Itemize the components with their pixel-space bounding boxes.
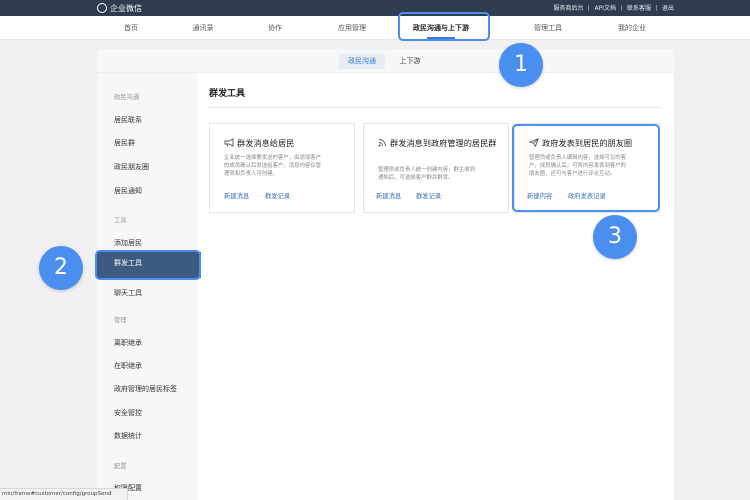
sidebar-group-communication: 政民沟通 xyxy=(114,94,140,101)
card-broadcast-to-groups: 群发消息到政府管理的居民群 管理员或负责人统一创建内容，群主收到 通知后，可选择… xyxy=(363,123,509,213)
top-links: 服务商后台 API文档 联系客服 退出 xyxy=(553,3,674,12)
megaphone-icon xyxy=(224,138,234,147)
highlight-nav-government xyxy=(398,12,490,41)
wecom-logo-icon xyxy=(97,3,107,13)
sidebar: 政民沟通 居民联系 居民群 政民朋友圈 居民通知 工具 添加居民 聊天工具 管理… xyxy=(97,73,197,500)
card-title-text: 群发消息到政府管理的居民群 xyxy=(390,138,497,148)
sidebar-group-config: 配置 xyxy=(114,463,127,470)
new-message-link[interactable]: 新建消息 xyxy=(224,191,249,200)
tab-upstream-downstream[interactable]: 上下游 xyxy=(393,54,427,69)
broadcast-history-link[interactable]: 群发记录 xyxy=(416,191,441,200)
sub-tabs: 政民沟通 上下游 xyxy=(97,49,674,73)
sidebar-item-resident-tags[interactable]: 政府管理的居民标签 xyxy=(114,384,177,394)
nav-management-tools[interactable]: 管理工具 xyxy=(534,16,562,40)
main-nav: 首页 通讯录 协作 应用管理 政民沟通与上下游 管理工具 我的企业 xyxy=(0,16,750,40)
nav-my-enterprise[interactable]: 我的企业 xyxy=(618,16,646,40)
divider xyxy=(655,4,657,11)
divider xyxy=(588,4,590,11)
sidebar-item-add-resident[interactable]: 添加居民 xyxy=(114,238,142,248)
link-provider-console[interactable]: 服务商后台 xyxy=(553,3,583,12)
sidebar-item-security[interactable]: 安全管控 xyxy=(114,408,142,418)
broadcast-history-link[interactable]: 群发记录 xyxy=(265,191,290,200)
page-title: 群发工具 xyxy=(209,89,246,99)
sidebar-item-statistics[interactable]: 数据统计 xyxy=(114,431,142,441)
sidebar-group-tools: 工具 xyxy=(114,217,127,224)
nav-app-management[interactable]: 应用管理 xyxy=(338,16,366,40)
highlight-broadcast-tools xyxy=(95,250,201,280)
card-desc-line: 理员和负责人可创建。 xyxy=(224,171,278,177)
sidebar-item-resigned-transfer[interactable]: 离职继承 xyxy=(114,338,142,348)
sidebar-group-management: 管理 xyxy=(114,317,127,324)
annotation-badge: 3 xyxy=(593,215,637,259)
sidebar-item-active-transfer[interactable]: 在职继承 xyxy=(114,361,142,371)
nav-home[interactable]: 首页 xyxy=(124,16,138,40)
sidebar-item-resident-contacts[interactable]: 居民联系 xyxy=(114,115,142,125)
link-contact-support[interactable]: 联系客服 xyxy=(627,3,651,12)
card-title: 群发消息到政府管理的居民群 xyxy=(378,137,500,149)
card-desc-line: 企业统一选择要发送的客户，由添加客户 xyxy=(224,155,322,161)
divider xyxy=(620,4,622,11)
link-logout[interactable]: 退出 xyxy=(662,3,674,12)
app-name: 企业微信 xyxy=(110,3,142,13)
sidebar-item-notices[interactable]: 居民通知 xyxy=(114,186,142,196)
broadcast-icon xyxy=(378,139,386,147)
card-desc-line: 通知后，可选择客户群并群发。 xyxy=(378,175,454,181)
nav-collaboration[interactable]: 协作 xyxy=(268,16,282,40)
status-url: min/frame#customer/config/groupSend xyxy=(0,488,128,500)
nav-contacts[interactable]: 通讯录 xyxy=(193,16,214,40)
card-title: 群发消息给居民 xyxy=(224,137,294,149)
app-logo[interactable]: 企业微信 xyxy=(97,2,142,14)
link-api-docs[interactable]: API文档 xyxy=(594,3,616,12)
tab-government-communication[interactable]: 政民沟通 xyxy=(339,54,385,69)
title-divider xyxy=(209,107,661,108)
annotation-badge: 1 xyxy=(499,43,543,87)
sidebar-item-moments[interactable]: 政民朋友圈 xyxy=(114,162,149,172)
top-bar: 企业微信 服务商后台 API文档 联系客服 退出 xyxy=(0,0,750,16)
sidebar-item-resident-groups[interactable]: 居民群 xyxy=(114,138,135,148)
new-message-link[interactable]: 新建消息 xyxy=(376,191,401,200)
card-title-text: 群发消息给居民 xyxy=(237,138,295,148)
card-desc-line: 的成员确认后发送给客户。消息内容仅管 xyxy=(224,163,322,169)
annotation-badge: 2 xyxy=(39,246,83,290)
sidebar-item-chat-tools[interactable]: 聊天工具 xyxy=(114,288,142,298)
highlight-moments-card xyxy=(512,124,660,212)
card-broadcast-to-residents: 群发消息给居民 企业统一选择要发送的客户，由添加客户 的成员确认后发送给客户。消… xyxy=(209,123,355,213)
card-desc-line: 管理员或负责人统一创建内容，群主收到 xyxy=(378,167,476,173)
